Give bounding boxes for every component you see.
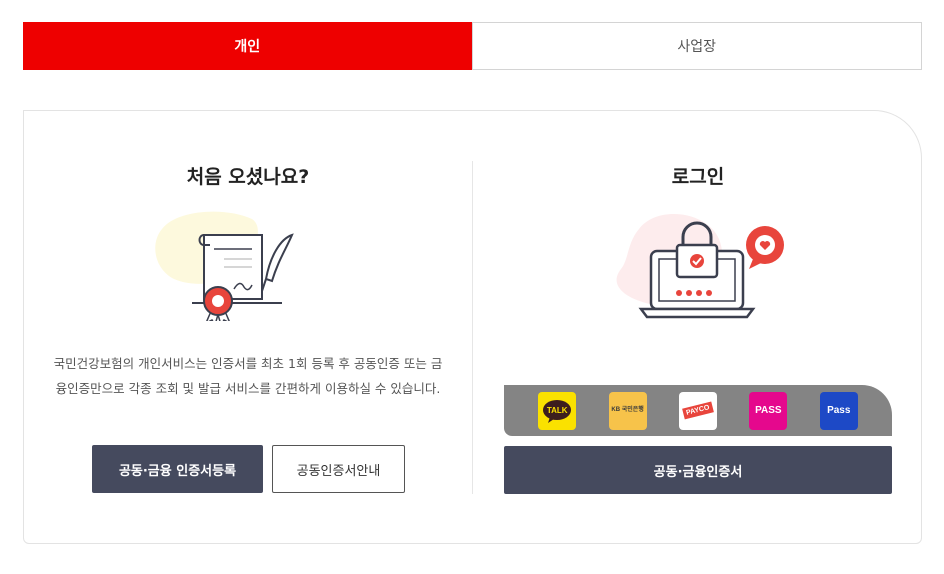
payco-label: PAYCO <box>682 401 714 420</box>
kb-bank-icon[interactable]: KB 국민은행 <box>608 391 647 430</box>
login-heading: 로그인 <box>671 166 725 188</box>
login-section: 로그인 TALK KB 국민은행 PAYCO PASS Pass 공동·금융인증… <box>473 111 923 543</box>
tab-personal[interactable]: 개인 <box>23 22 472 70</box>
laptop-lock-illustration-icon <box>616 214 784 319</box>
first-visit-description: 국민건강보험의 개인서비스는 인증서를 최초 1회 등록 후 공동인증 또는 금… <box>53 356 443 396</box>
payco-icon[interactable]: PAYCO <box>678 391 717 430</box>
samsung-pass-label: Pass <box>827 405 851 416</box>
pass-label: PASS <box>755 405 782 416</box>
kb-label: KB 국민은행 <box>611 407 644 413</box>
certificate-illustration-icon <box>155 211 294 321</box>
samsung-pass-icon[interactable]: Pass <box>819 391 858 430</box>
tab-business[interactable]: 사업장 <box>471 22 922 70</box>
certificate-login-button[interactable]: 공동·금융인증서 <box>504 446 892 494</box>
easy-auth-provider-bar: TALK KB 국민은행 PAYCO PASS Pass <box>504 385 892 436</box>
kakao-label: TALK <box>546 406 568 415</box>
tab-bar: 개인 사업장 <box>23 22 922 70</box>
first-visit-heading: 처음 오셨나요? <box>186 166 310 188</box>
kakaotalk-icon[interactable]: TALK <box>538 391 577 430</box>
first-visit-section: 처음 오셨나요? 국민건강보험의 개인서비스는 인증서를 최초 1회 등록 후 … <box>24 111 472 543</box>
login-panel: 처음 오셨나요? 국민건강보험의 개인서비스는 인증서를 최초 1회 등록 후 … <box>23 110 922 544</box>
register-certificate-button[interactable]: 공동·금융 인증서등록 <box>92 445 263 493</box>
certificate-guide-button[interactable]: 공동인증서안내 <box>272 445 405 493</box>
pass-icon[interactable]: PASS <box>749 391 788 430</box>
